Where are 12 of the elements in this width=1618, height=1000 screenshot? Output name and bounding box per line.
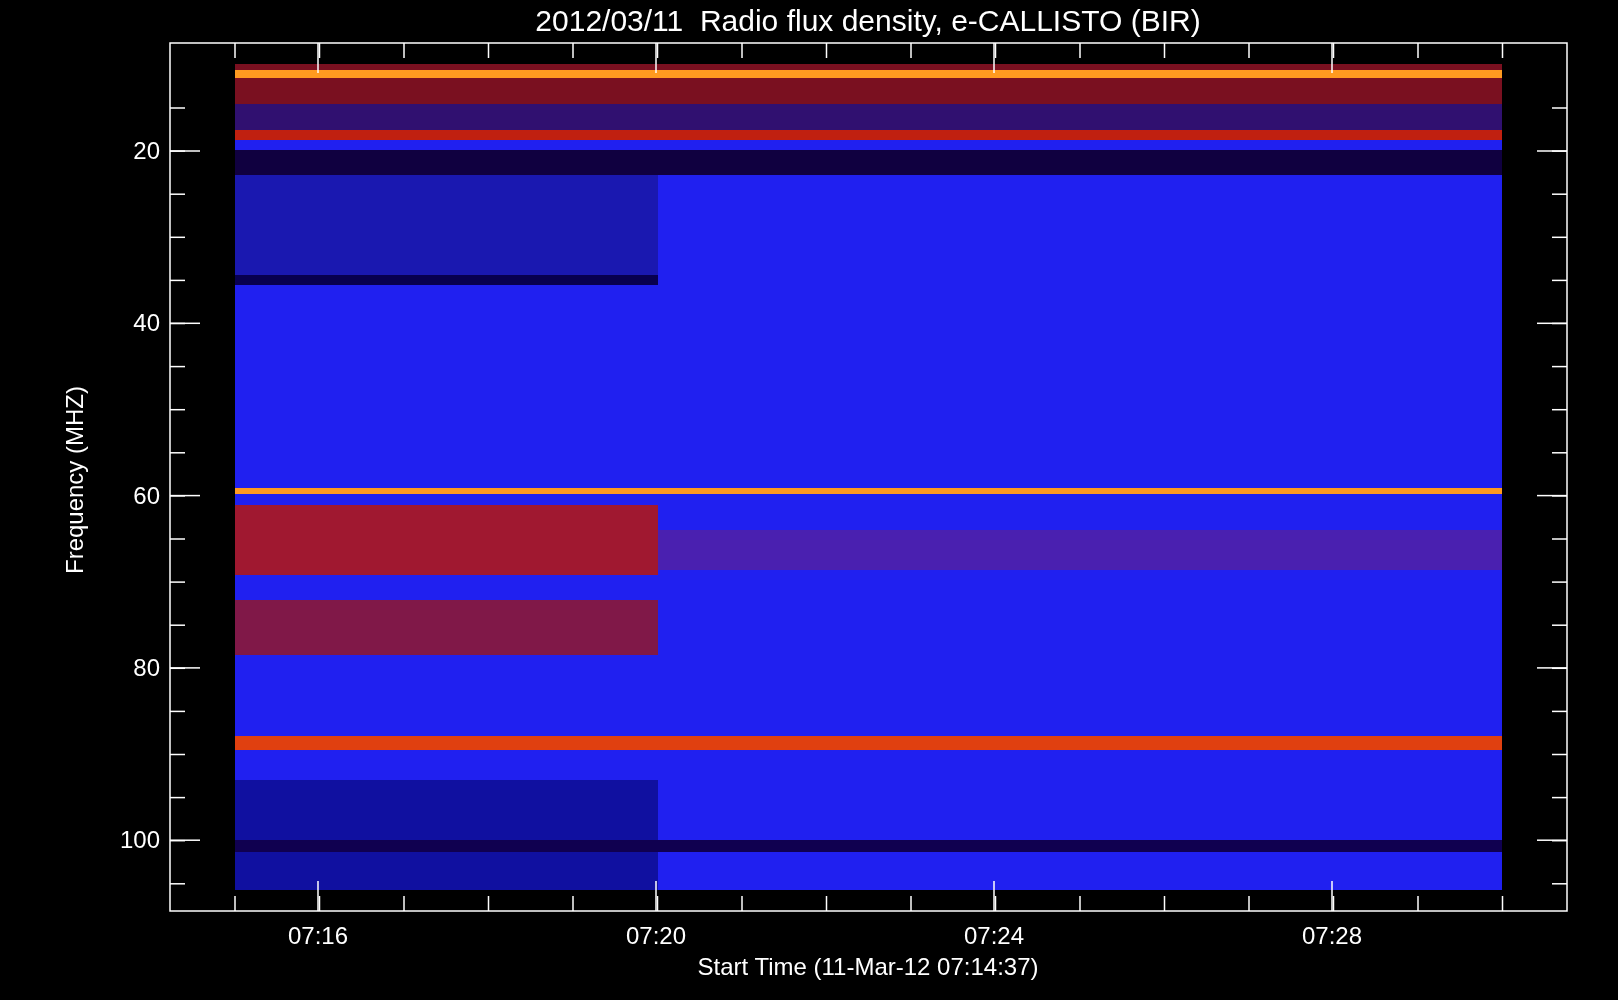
tick-label: 80 [133, 653, 160, 681]
tick-label: 60 [133, 481, 160, 509]
tick-label: 07:20 [625, 922, 687, 949]
tick-label: 40 [133, 309, 160, 337]
axis-label: Start Time (11-Mar-12 07:14:37) [697, 953, 1039, 980]
plot-title: 2012/03/11 Radio flux density, e-CALLISTO (BIR) [535, 4, 1201, 37]
tick-label: 100 [119, 826, 160, 854]
tick-label: 20 [133, 137, 160, 164]
tick-label: 07:24 [963, 922, 1025, 949]
tick-label: 07:28 [1301, 922, 1363, 949]
axis-label: Frequency (MHZ) [61, 386, 88, 574]
tick-label: 07:16 [287, 922, 349, 949]
